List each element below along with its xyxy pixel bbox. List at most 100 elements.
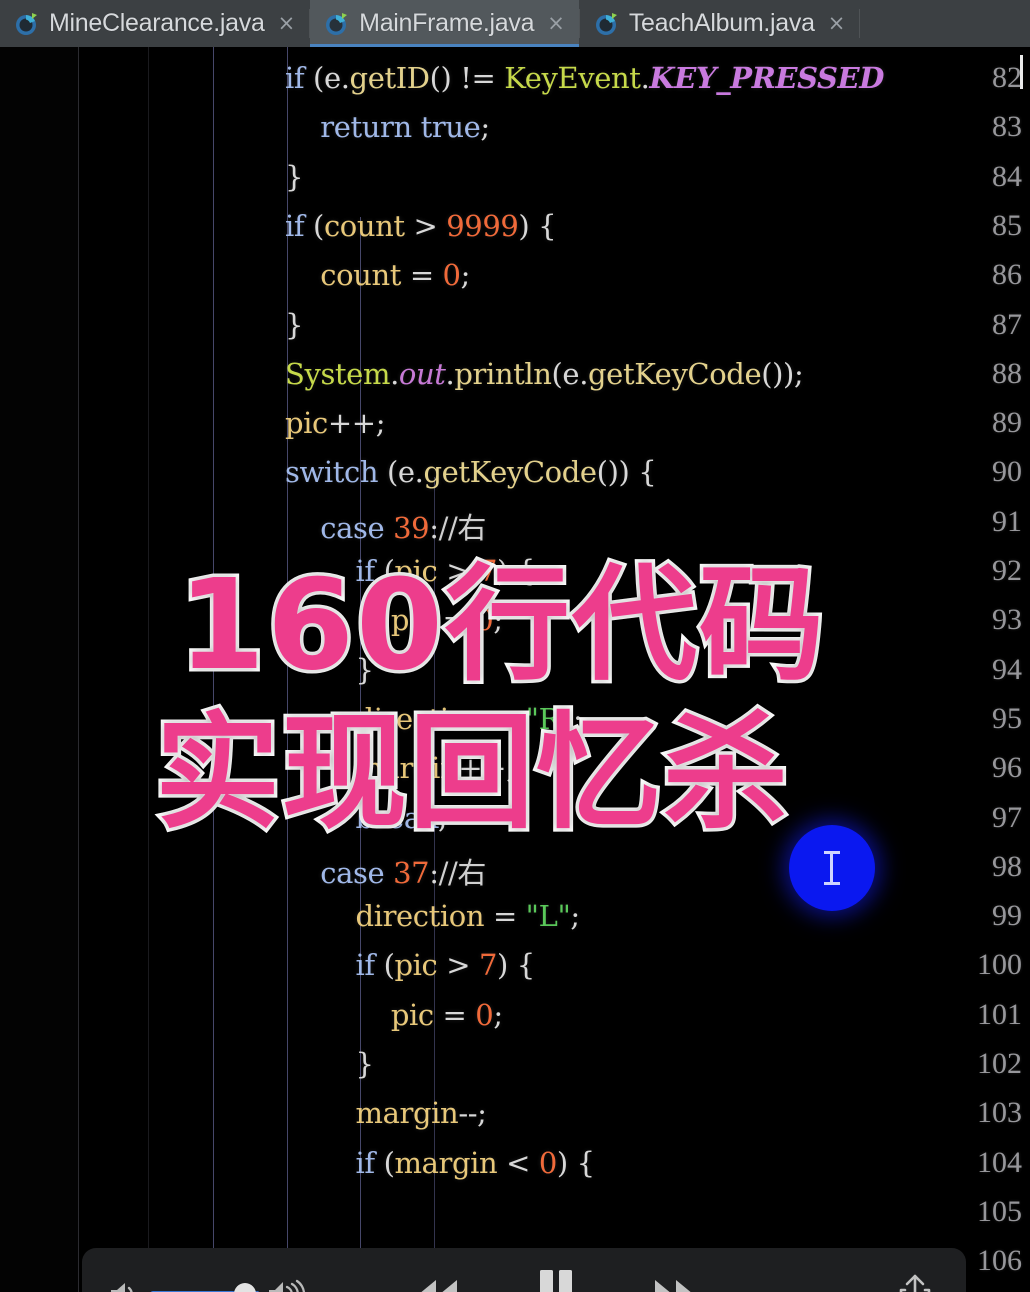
code-line[interactable]: case 39://右 xyxy=(285,505,486,547)
line-number: 94 xyxy=(992,652,1022,686)
line-number: 85 xyxy=(992,208,1022,242)
gutter-divider xyxy=(78,47,79,1292)
code-line[interactable]: return true; xyxy=(285,110,490,144)
code-token: > xyxy=(437,948,479,983)
code-line[interactable]: switch (e.getKeyCode()) { xyxy=(285,455,657,489)
pause-icon[interactable] xyxy=(534,1268,578,1292)
tab-mineclearance-java[interactable]: MineClearance.java × xyxy=(0,0,310,47)
close-icon[interactable]: × xyxy=(547,13,565,34)
code-token: : xyxy=(429,855,439,890)
rewind-icon[interactable] xyxy=(412,1276,462,1292)
code-editor[interactable]: 82 83 84 85 86 87 88 89 90 91 92 93 94 95 96 97 98 99 100 1… xyxy=(0,47,1030,1292)
gutter-fold-divider xyxy=(148,47,149,1292)
code-token: pic xyxy=(390,603,434,638)
code-line[interactable]: } xyxy=(285,160,303,194)
code-token: = xyxy=(433,603,476,638)
code-line[interactable]: pic = 0; xyxy=(285,603,503,637)
code-token: getID xyxy=(349,61,430,95)
code-token: ( xyxy=(551,356,563,391)
fast-forward-icon[interactable] xyxy=(650,1276,700,1292)
code-line[interactable]: margin--; xyxy=(285,1096,487,1130)
code-token: pic xyxy=(394,554,438,588)
code-line[interactable]: case 37://右 xyxy=(285,850,486,892)
code-token: "L" xyxy=(525,899,571,934)
code-token: if xyxy=(355,948,376,983)
code-line[interactable]: pic++; xyxy=(285,406,385,440)
code-line[interactable]: break; xyxy=(285,801,448,835)
code-token: != xyxy=(460,61,496,95)
code-token: //右 xyxy=(438,510,487,545)
close-icon[interactable]: × xyxy=(278,13,296,34)
tab-mainframe-java[interactable]: MainFrame.java × xyxy=(310,0,579,47)
code-token: ; xyxy=(480,110,490,145)
java-class-icon xyxy=(324,11,350,37)
code-token: . xyxy=(579,356,589,391)
line-number: 87 xyxy=(992,307,1022,341)
code-token: } xyxy=(285,652,374,687)
transport-controls[interactable] xyxy=(412,1268,700,1292)
code-line[interactable]: System.out.println(e.getKeyCode()); xyxy=(285,356,804,391)
video-caption-overlay: 160行代码 实现回忆杀 xyxy=(0,550,1030,850)
code-token: } xyxy=(285,307,304,342)
code-token: = xyxy=(433,997,476,1032)
code-token: > xyxy=(404,208,447,243)
line-number: 84 xyxy=(992,159,1022,193)
code-token: pic xyxy=(285,406,328,441)
code-token: () xyxy=(429,61,461,95)
code-line[interactable]: count = 0; xyxy=(285,258,470,292)
code-token: = xyxy=(401,258,443,293)
tab-teachalbum-java[interactable]: TeachAlbum.java × xyxy=(579,0,860,47)
text-cursor-ibeam-icon xyxy=(824,851,840,885)
video-control-bar[interactable] xyxy=(82,1248,966,1292)
code-line[interactable]: if (pic > 7) { xyxy=(285,554,536,588)
code-token: 0 xyxy=(475,603,494,638)
code-line[interactable]: if (pic > 7) { xyxy=(285,948,536,983)
line-number: 100 xyxy=(977,948,1022,982)
volume-knob[interactable] xyxy=(234,1282,256,1292)
code-line[interactable]: } xyxy=(285,1047,374,1081)
code-token: margin xyxy=(355,751,459,786)
line-number: 101 xyxy=(977,997,1022,1031)
speaker-low-icon[interactable] xyxy=(108,1279,142,1292)
code-line[interactable]: if (margin < 0) { xyxy=(285,1145,596,1180)
code-line[interactable]: pic = 0; xyxy=(285,998,503,1032)
code-line[interactable]: if (e.getID() != KeyEvent.KEY_PRESSED xyxy=(285,61,884,95)
share-icon[interactable] xyxy=(896,1272,934,1292)
code-token: ( xyxy=(304,61,324,95)
code-token: ++; xyxy=(327,406,386,441)
line-number: 98 xyxy=(992,849,1022,883)
code-line[interactable]: direction = "L"; xyxy=(285,899,581,934)
indent-guide xyxy=(213,47,214,1292)
volume-slider[interactable] xyxy=(150,1282,260,1292)
speaker-high-icon[interactable] xyxy=(266,1277,312,1292)
code-token: 7 xyxy=(478,554,497,588)
code-token: //右 xyxy=(438,855,487,890)
code-line[interactable]: } xyxy=(285,308,303,342)
code-token: if xyxy=(355,1145,376,1180)
code-token: getKeyCode xyxy=(588,356,762,391)
code-line[interactable]: margin++; xyxy=(285,751,516,785)
volume-control-group[interactable] xyxy=(108,1277,312,1292)
code-token: ) { xyxy=(556,1145,595,1180)
close-icon[interactable]: × xyxy=(828,13,846,34)
code-line[interactable]: direction = "R"; xyxy=(285,702,583,736)
code-line[interactable]: } xyxy=(285,653,374,687)
code-token: 0 xyxy=(475,997,494,1032)
line-number: 102 xyxy=(977,1047,1022,1080)
code-token: 39 xyxy=(393,510,430,545)
tab-label: MainFrame.java xyxy=(359,9,535,37)
code-token: . xyxy=(340,61,350,95)
code-token: = xyxy=(484,899,526,934)
code-line[interactable]: if (count > 9999) { xyxy=(285,208,557,243)
line-number: 91 xyxy=(992,504,1022,538)
java-class-icon xyxy=(14,11,40,37)
line-number: 82 xyxy=(992,61,1022,94)
line-number: 96 xyxy=(992,751,1022,785)
